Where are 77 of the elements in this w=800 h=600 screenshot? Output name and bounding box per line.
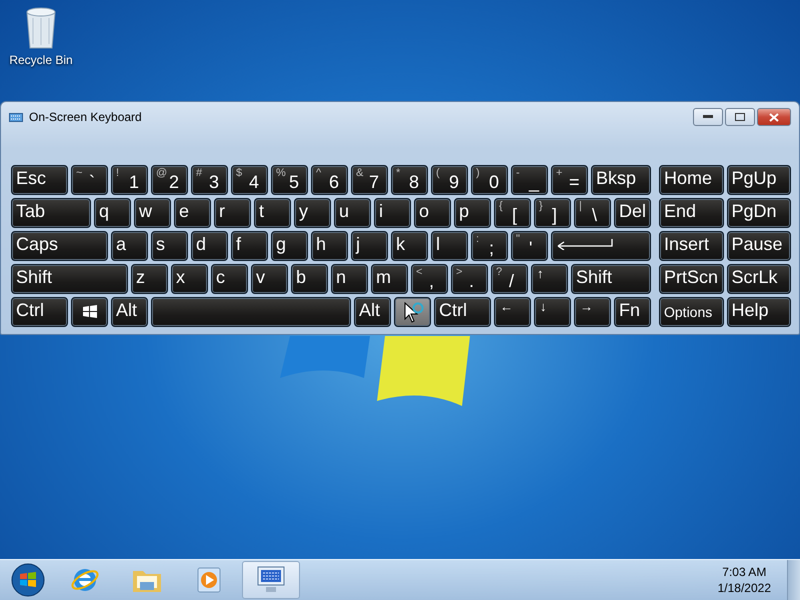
keyboard-key[interactable]: : ; (471, 231, 508, 261)
keyboard-key[interactable]: ~ ` (71, 165, 108, 195)
keyboard-key[interactable]: Caps (11, 231, 108, 261)
clock-time[interactable]: 7:03 AM (722, 565, 766, 579)
keyboard-key[interactable]: Esc (11, 165, 68, 195)
keyboard-key[interactable]: l (431, 231, 468, 261)
window-title: On-Screen Keyboard (29, 110, 143, 124)
keyboard-key[interactable]: Help (726, 297, 791, 327)
keyboard-key[interactable]: ) 0 (471, 165, 508, 195)
keyboard-key[interactable]: % 5 (271, 165, 308, 195)
keyboard-key[interactable]: ScrLk (726, 264, 791, 294)
keyboard-key[interactable]: ↓ (534, 297, 571, 327)
keyboard-key[interactable]: e (174, 198, 211, 228)
keyboard-key[interactable]: k (391, 231, 428, 261)
keyboard-key[interactable]: j (351, 231, 388, 261)
keyboard-key[interactable]: # 3 (191, 165, 228, 195)
keyboard-key[interactable]: { [ (494, 198, 531, 228)
keyboard-key[interactable]: a (111, 231, 148, 261)
keyboard-key[interactable]: p (454, 198, 491, 228)
keyboard-key[interactable]: | \ (574, 198, 611, 228)
keyboard-key[interactable]: < , (411, 264, 448, 294)
keyboard-key[interactable]: f (231, 231, 268, 261)
keyboard-key[interactable]: Ctrl (11, 297, 68, 327)
keyboard-key[interactable]: u (334, 198, 371, 228)
keyboard-key[interactable]: " ' (511, 231, 548, 261)
keyboard-key[interactable]: & 7 (351, 165, 388, 195)
keyboard-key[interactable]: > . (451, 264, 488, 294)
keyboard-key[interactable]: End (659, 198, 724, 228)
keyboard-key[interactable]: Ctrl (434, 297, 491, 327)
keyboard-key[interactable]: m (371, 264, 408, 294)
keyboard-key[interactable]: y (294, 198, 331, 228)
keyboard-key[interactable]: Alt (111, 297, 148, 327)
keyboard-key[interactable]: @2 (151, 165, 188, 195)
keyboard-key[interactable]: → (574, 297, 611, 327)
keyboard-key[interactable]: - _ (511, 165, 548, 195)
keyboard-key[interactable]: v (251, 264, 288, 294)
keyboard-key[interactable]: w (134, 198, 171, 228)
keyboard-key[interactable]: x (171, 264, 208, 294)
desktop-icon-label[interactable]: Recycle Bin (9, 53, 73, 67)
keyboard-key[interactable]: ! 1 (111, 165, 148, 195)
keyboard-key[interactable]: Tab (11, 198, 91, 228)
keyboard-key[interactable]: c (211, 264, 248, 294)
keyboard-key[interactable]: ↑ (531, 264, 568, 294)
keyboard-key[interactable]: PgDn (726, 198, 791, 228)
keyboard-key[interactable]: ? / (491, 264, 528, 294)
keyboard-key[interactable]: b (291, 264, 328, 294)
keyboard-key[interactable]: $ 4 (231, 165, 268, 195)
keyboard-key[interactable]: Fn (614, 297, 651, 327)
keyboard-key[interactable]: Home (659, 165, 724, 195)
keyboard-key[interactable]: Options (659, 297, 724, 327)
keyboard-key[interactable]: o (414, 198, 451, 228)
keyboard-key[interactable]: * 8 (391, 165, 428, 195)
keyboard-key[interactable]: Bksp (591, 165, 651, 195)
keyboard-key[interactable]: Shift (11, 264, 128, 294)
clock-date[interactable]: 1/18/2022 (718, 581, 771, 595)
keyboard-key[interactable]: t (254, 198, 291, 228)
keyboard-key[interactable]: n (331, 264, 368, 294)
keyboard-key[interactable]: Insert (659, 231, 724, 261)
keyboard-key[interactable]: } ] (534, 198, 571, 228)
keyboard-key[interactable]: Del (614, 198, 651, 228)
keyboard-key[interactable]: Alt (354, 297, 391, 327)
keyboard-key[interactable]: i (374, 198, 411, 228)
keyboard-key[interactable]: r (214, 198, 251, 228)
keyboard-key[interactable]: PrtScn (659, 264, 724, 294)
keyboard-key[interactable]: q (94, 198, 131, 228)
keyboard-key[interactable]: Shift (571, 264, 651, 294)
keyboard-key[interactable]: + = (551, 165, 588, 195)
keyboard-key[interactable]: s (151, 231, 188, 261)
keyboard-key[interactable]: z (131, 264, 168, 294)
keyboard-key[interactable]: ( 9 (431, 165, 468, 195)
keyboard-key[interactable]: ← (494, 297, 531, 327)
keyboard-key[interactable]: Pause (726, 231, 791, 261)
keyboard-key[interactable]: PgUp (726, 165, 791, 195)
keyboard-key[interactable]: ^ 6 (311, 165, 348, 195)
keyboard-key[interactable]: d (191, 231, 228, 261)
keyboard-key[interactable]: h (311, 231, 348, 261)
keyboard-key[interactable]: g (271, 231, 308, 261)
